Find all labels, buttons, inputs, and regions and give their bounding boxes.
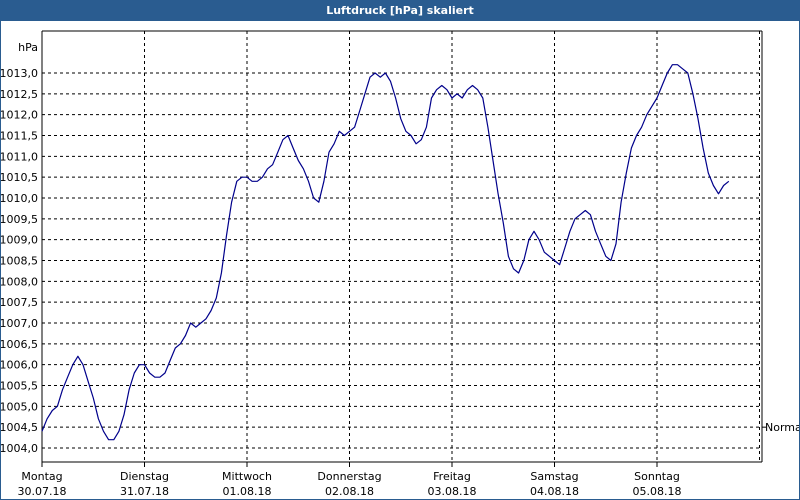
data-series [41, 64, 730, 441]
x-tick-label-date: 01.08.18 [223, 485, 272, 498]
y-tick-label: 1007,0 [1, 317, 38, 330]
x-tick-label-day: Mittwoch [222, 470, 272, 483]
y-tick-label: 1012,0 [1, 109, 38, 122]
x-tick-label-date: 04.08.18 [530, 485, 579, 498]
y-tick-label: 1004,0 [1, 442, 38, 455]
y-tick-label: 1009,0 [1, 234, 38, 247]
y-tick-label: 1007,5 [1, 296, 38, 309]
y-tick-label: 1010,5 [1, 171, 38, 184]
pressure-chart: 1004,0 1004,5 1005,0 1005,5 1006,0 1006,5 1007… [1, 30, 799, 498]
y-tick-label: 1005,0 [1, 400, 38, 413]
x-tick-label-date: 02.08.18 [325, 485, 374, 498]
x-tick-label-date: 31.07.18 [120, 485, 169, 498]
pressure-line [41, 64, 730, 441]
y-tick-label: 1009,5 [1, 213, 38, 226]
x-tick-label-day: Samstag [530, 470, 578, 483]
x-tick-label-day: Donnerstag [317, 470, 381, 483]
x-tick-label-day: Montag [21, 470, 62, 483]
x-tick-label-date: 30.07.18 [18, 485, 67, 498]
x-tick-label-day: Dienstag [120, 470, 169, 483]
y-tick-label: 1011,5 [1, 130, 38, 143]
y-tick-label: 1006,5 [1, 338, 38, 351]
x-tick-label-date: 05.08.18 [633, 485, 682, 498]
y-axis-label: hPa [18, 41, 38, 54]
y-tick-label: 1005,5 [1, 380, 38, 393]
chart-title: Luftdruck [hPa] skaliert [1, 1, 799, 21]
y-tick-label: 1011,0 [1, 150, 38, 163]
y-tick-label: 1004,5 [1, 421, 38, 434]
y-tick-label: 1012,5 [1, 88, 38, 101]
y-tick-label: 1008,0 [1, 275, 38, 288]
grid [42, 31, 762, 462]
chart-window: Luftdruck [hPa] skaliert 1004,0 1004,5 100… [0, 0, 800, 500]
y-tick-label: 1006,0 [1, 359, 38, 372]
reference-line-label: Normal [765, 421, 799, 434]
y-tick-label: 1010,0 [1, 192, 38, 205]
x-tick-label-day: Sonntag [634, 470, 680, 483]
y-tick-label: 1008,5 [1, 255, 38, 268]
x-tick-label-day: Freitag [433, 470, 471, 483]
x-tick-label-date: 03.08.18 [428, 485, 477, 498]
y-tick-label: 1013,0 [1, 67, 38, 80]
tick-labels: 1004,0 1004,5 1005,0 1005,5 1006,0 1006,5 1007… [1, 41, 799, 498]
